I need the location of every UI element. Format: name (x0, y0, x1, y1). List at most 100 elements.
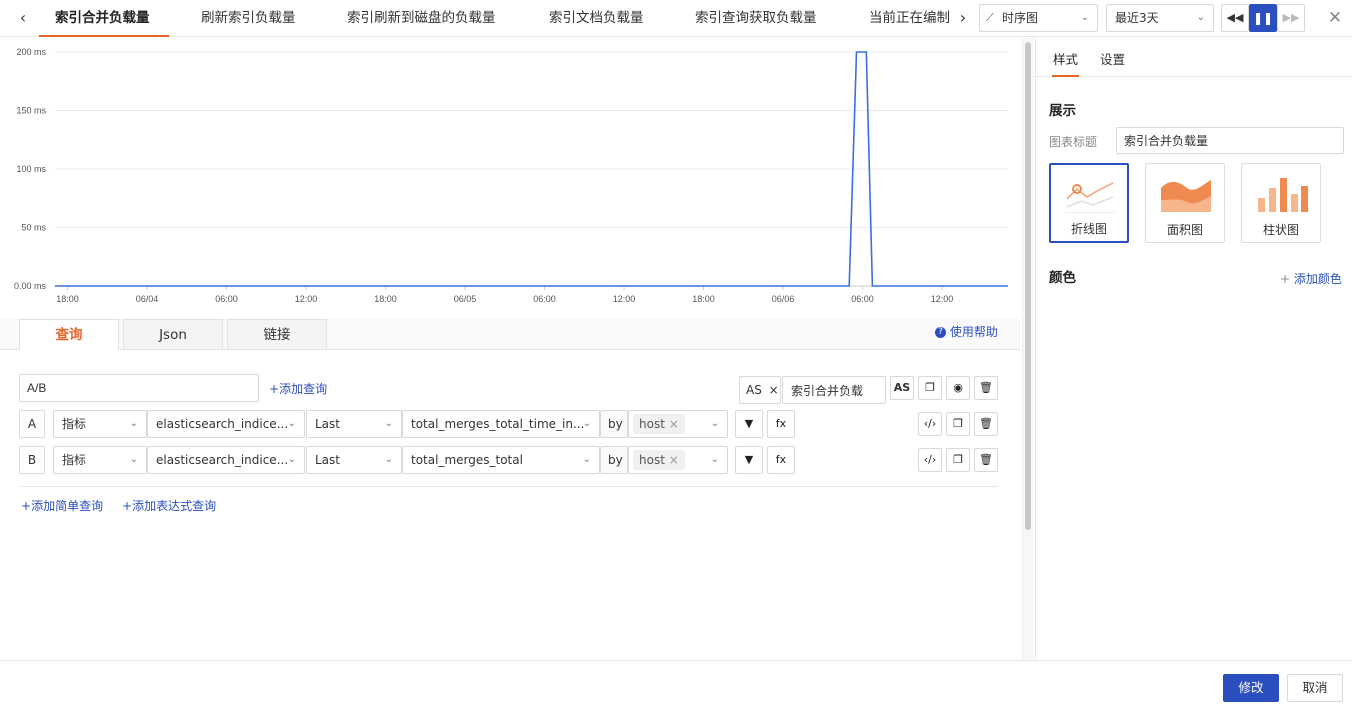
y-tick-label: 50 ms (21, 223, 46, 233)
expression-input[interactable] (19, 374, 259, 402)
chart-title-input[interactable] (1116, 127, 1344, 154)
x-tick-label: 06/04 (136, 294, 159, 304)
x-tick-label: 18:00 (692, 294, 715, 304)
filter-icon: ▼ (744, 417, 754, 430)
group-tag-host: host × (633, 450, 685, 470)
time-range-select[interactable]: 最近3天 ⌄ (1106, 4, 1214, 32)
copy-icon: ❐ (925, 381, 935, 394)
tab-settings[interactable]: 设置 (1100, 49, 1125, 68)
y-tick-label: 150 ms (16, 106, 46, 116)
as-tag: AS × (739, 376, 781, 404)
eye-button[interactable]: ◉ (946, 376, 970, 400)
query-row-a-filter-button[interactable]: ▼ (735, 410, 763, 438)
query-row-a-by-label: by (600, 410, 628, 438)
x-tick-label: 06:00 (215, 294, 238, 304)
copy-icon: ❐ (953, 453, 963, 466)
chart-type-label: 面积图 (1166, 223, 1203, 237)
chart-type-area-card[interactable]: 面积图 (1145, 163, 1225, 243)
close-icon[interactable]: ✕ (1325, 8, 1345, 28)
query-row-a-label: A (19, 410, 45, 438)
x-tick-label: 18:00 (56, 294, 79, 304)
chevron-down-icon: ⌄ (1196, 12, 1205, 23)
query-row-a-group-select[interactable]: host × ⌄ (628, 410, 728, 438)
section-color-title: 颜色 (1049, 270, 1076, 286)
rewind-button[interactable]: ◀◀ (1221, 4, 1249, 32)
x-tick-label: 12:00 (613, 294, 636, 304)
add-expression-query-link[interactable]: +添加表达式查询 (122, 497, 216, 514)
query-row-a-agg-select[interactable]: Last ⌄ (306, 410, 402, 438)
x-tick-label: 06/06 (772, 294, 795, 304)
query-row-a-delete-button[interactable]: 🗑 (974, 412, 998, 436)
delete-button[interactable]: 🗑 (974, 376, 998, 400)
close-icon[interactable]: × (769, 383, 779, 397)
query-row-a-field-select[interactable]: total_merges_total_time_in... ⌄ (402, 410, 600, 438)
line-chart-icon (1065, 182, 1115, 213)
chevron-down-icon: ⌄ (582, 454, 591, 465)
time-range-value: 最近3天 (1115, 11, 1159, 25)
plus-icon: + (122, 499, 133, 513)
tab-current-indexing[interactable]: 当前正在编制 (869, 0, 950, 37)
style-panel: 样式 设置 展示 图表标题 折线图 面积图 柱状图 颜色 + 添加颜色 (1035, 38, 1352, 660)
top-bar: ‹ 索引合并负载量 刷新索引负载量 索引刷新到磁盘的负载量 索引文档负载量 索引… (0, 0, 1352, 37)
query-row-a-metric-select[interactable]: elasticsearch_indice... ⌄ (147, 410, 305, 438)
filter-icon: ▼ (744, 453, 754, 466)
chart-type-line-card[interactable]: 折线图 (1049, 163, 1129, 243)
alias-input[interactable] (782, 376, 886, 404)
query-row-b-delete-button[interactable]: 🗑 (974, 448, 998, 472)
query-row-b-filter-button[interactable]: ▼ (735, 446, 763, 474)
query-row-b-field-select[interactable]: total_merges_total ⌄ (402, 446, 600, 474)
query-row-b-fx-button[interactable]: fx (767, 446, 795, 474)
panel-tabs-bar (1036, 38, 1352, 77)
help-link[interactable]: ? 使用帮助 (935, 323, 998, 340)
close-icon[interactable]: × (669, 453, 679, 467)
fast-forward-button[interactable]: ▶▶ (1277, 4, 1305, 32)
query-row-b-type-select[interactable]: 指标 ⌄ (53, 446, 147, 474)
query-row-b-agg-select[interactable]: Last ⌄ (306, 446, 402, 474)
add-simple-query-link[interactable]: +添加简单查询 (21, 497, 103, 514)
tab-doc-load[interactable]: 索引文档负载量 (549, 0, 659, 37)
copy-button[interactable]: ❐ (918, 376, 942, 400)
trash-icon: 🗑 (979, 417, 993, 430)
query-row-b-metric-select[interactable]: elasticsearch_indice... ⌄ (147, 446, 305, 474)
add-query-link[interactable]: +添加查询 (269, 380, 327, 397)
chevron-left-icon[interactable]: ‹ (14, 9, 32, 27)
chart-type-select[interactable]: ⟋ 时序图 ⌄ (979, 4, 1098, 32)
tab-query[interactable]: 查询 (19, 319, 119, 350)
tab-link[interactable]: 链接 (227, 319, 327, 350)
close-icon[interactable]: × (669, 417, 679, 431)
query-row-b-copy-button[interactable]: ❐ (946, 448, 970, 472)
tab-flush-load[interactable]: 索引刷新到磁盘的负载量 (347, 0, 517, 37)
submit-button[interactable]: 修改 (1223, 674, 1279, 702)
chart-type-bar-card[interactable]: 柱状图 (1241, 163, 1321, 243)
scrollbar-thumb[interactable] (1025, 42, 1031, 530)
query-row-a-code-button[interactable]: ‹/› (918, 412, 942, 436)
pause-icon: ❚❚ (1252, 11, 1274, 25)
tab-merge-load[interactable]: 索引合并负载量 (39, 0, 169, 37)
tab-style[interactable]: 样式 (1052, 49, 1080, 77)
query-row-a-copy-button[interactable]: ❐ (946, 412, 970, 436)
add-color-link[interactable]: + 添加颜色 (1280, 270, 1342, 287)
code-icon: ‹/› (923, 417, 937, 430)
code-icon: ‹/› (923, 453, 937, 466)
chart-type-label: 折线图 (1070, 222, 1107, 236)
copy-icon: ❐ (953, 417, 963, 430)
query-row-b-group-select[interactable]: host × ⌄ (628, 446, 728, 474)
tab-refresh-load[interactable]: 刷新索引负载量 (201, 0, 311, 37)
chevron-down-icon: ⌄ (582, 418, 591, 429)
chevron-right-icon[interactable]: › (955, 9, 971, 27)
trash-icon: 🗑 (979, 381, 993, 394)
area-chart-icon (1161, 180, 1211, 212)
query-row-a-fx-button[interactable]: fx (767, 410, 795, 438)
query-row-a-type-select[interactable]: 指标 ⌄ (53, 410, 147, 438)
plus-icon: + (21, 499, 32, 513)
cancel-button[interactable]: 取消 (1287, 674, 1343, 702)
tab-json[interactable]: Json (123, 319, 223, 350)
tab-query-fetch-load[interactable]: 索引查询获取负载量 (695, 0, 835, 37)
query-row-b-code-button[interactable]: ‹/› (918, 448, 942, 472)
pause-button[interactable]: ❚❚ (1249, 4, 1277, 32)
plus-icon: + (1280, 272, 1294, 286)
line-chart-icon: ⟋ (986, 11, 994, 24)
chevron-down-icon: ⌄ (129, 418, 138, 429)
chevron-down-icon: ⌄ (287, 418, 296, 429)
as-button[interactable]: AS (890, 376, 914, 400)
